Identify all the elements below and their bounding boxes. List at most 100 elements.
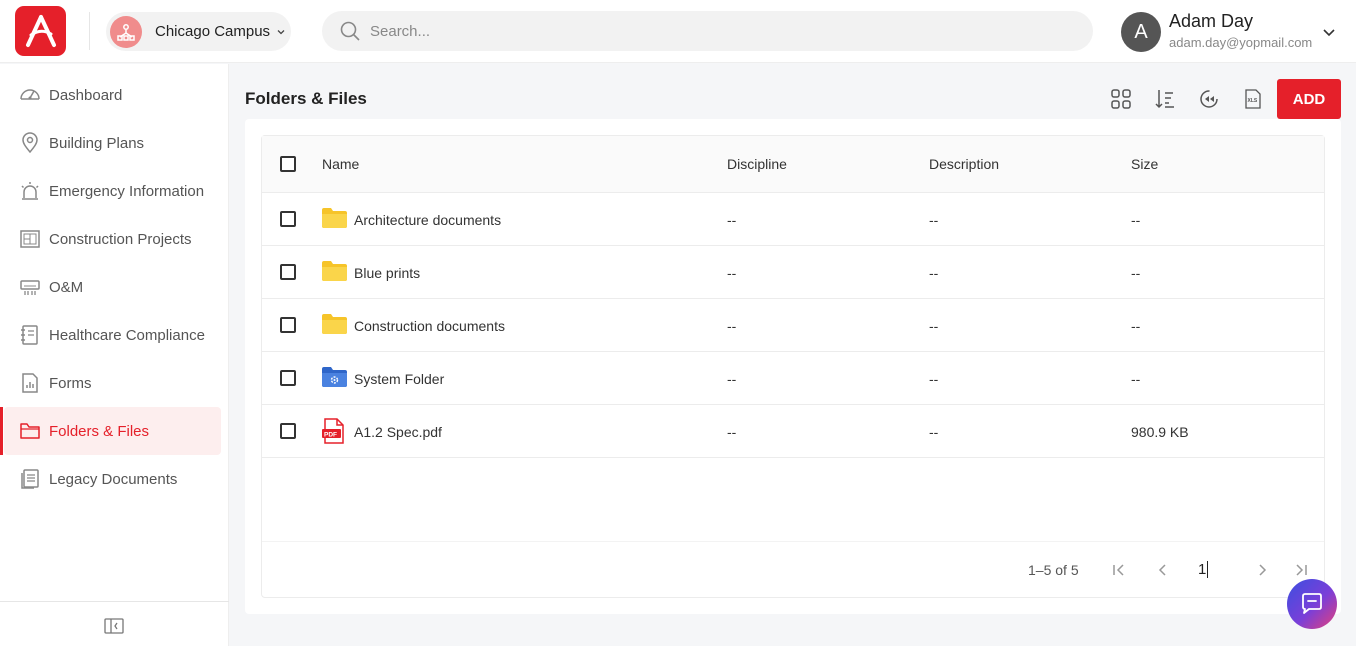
sidebar-item-label: Healthcare Compliance (49, 326, 205, 344)
column-header-discipline[interactable]: Discipline (727, 156, 787, 172)
select-all-checkbox[interactable] (280, 156, 296, 172)
column-header-name[interactable]: Name (322, 156, 359, 172)
last-page-icon[interactable] (1291, 560, 1311, 580)
column-header-size[interactable]: Size (1131, 156, 1158, 172)
file-description: -- (929, 318, 939, 334)
file-description: -- (929, 424, 939, 440)
sidebar-item-om[interactable]: O&M (4, 263, 221, 311)
grid-view-icon[interactable] (1108, 86, 1134, 112)
alarm-icon (18, 179, 42, 203)
file-discipline: -- (727, 265, 737, 281)
xls-export-icon[interactable]: XLS (1240, 86, 1266, 112)
sync-icon[interactable] (1196, 86, 1222, 112)
sidebar-item-label: Emergency Information (49, 182, 205, 200)
folder-icon (322, 261, 347, 281)
sidebar-item-building-plans[interactable]: Building Plans (4, 119, 221, 167)
hvac-icon (18, 275, 42, 299)
file-size: -- (1131, 212, 1141, 228)
first-page-icon[interactable] (1109, 560, 1129, 580)
pagination-info: 1–5 of 5 (1028, 562, 1079, 578)
sidebar-item-construction-projects[interactable]: Construction Projects (4, 215, 221, 263)
pdf-icon: PDF (322, 418, 344, 444)
search-input[interactable] (370, 22, 1020, 40)
blueprint-icon (18, 227, 42, 251)
column-header-description[interactable]: Description (929, 156, 999, 172)
collapse-sidebar-icon[interactable] (103, 616, 125, 636)
chevron-down-icon (276, 27, 286, 37)
documents-icon (18, 467, 42, 491)
file-name[interactable]: A1.2 Spec.pdf (354, 424, 442, 440)
files-table: Name Discipline Description Size Archite… (261, 135, 1325, 598)
table-row[interactable]: PDF A1.2 Spec.pdf -- -- 980.9 KB (262, 405, 1324, 458)
active-indicator (0, 407, 3, 455)
sidebar-item-label: Legacy Documents (49, 470, 178, 488)
sidebar-item-healthcare-compliance[interactable]: Healthcare Compliance (4, 311, 221, 359)
sidebar-item-forms[interactable]: Forms (4, 359, 221, 407)
file-description: -- (929, 265, 939, 281)
sidebar-item-legacy-documents[interactable]: Legacy Documents (4, 455, 221, 503)
table-row[interactable]: System Folder -- -- -- (262, 352, 1324, 405)
row-checkbox[interactable] (280, 370, 296, 386)
user-menu-chevron-icon[interactable] (1321, 24, 1337, 40)
user-name: Adam Day (1169, 11, 1254, 31)
row-checkbox[interactable] (280, 264, 296, 280)
sidebar-item-label: Folders & Files (49, 422, 150, 440)
file-name[interactable]: Blue prints (354, 265, 420, 281)
previous-page-icon[interactable] (1153, 560, 1173, 580)
sidebar-item-label: Construction Projects (49, 230, 192, 248)
app-logo[interactable] (15, 6, 66, 56)
files-panel: Name Discipline Description Size Archite… (245, 119, 1341, 614)
campus-name: Chicago Campus (155, 23, 271, 40)
row-checkbox[interactable] (280, 211, 296, 227)
gauge-icon (18, 83, 42, 107)
avatar[interactable]: A (1121, 12, 1161, 52)
file-size: -- (1131, 318, 1141, 334)
table-row[interactable]: Architecture documents -- -- -- (262, 193, 1324, 246)
folder-icon (322, 208, 347, 228)
row-checkbox[interactable] (280, 317, 296, 333)
svg-text:PDF: PDF (324, 431, 337, 438)
pagination: 1–5 of 5 1 (262, 541, 1324, 598)
table-row[interactable]: Construction documents -- -- -- (262, 299, 1324, 352)
top-header: Chicago Campus A Adam Day adam.day@yopma… (0, 0, 1356, 63)
file-discipline: -- (727, 424, 737, 440)
sidebar-item-dashboard[interactable]: Dashboard (4, 71, 221, 119)
logo-icon (25, 15, 56, 47)
add-button[interactable]: ADD (1277, 79, 1341, 119)
sidebar-item-emergency-information[interactable]: Emergency Information (4, 167, 221, 215)
map-pin-icon (18, 131, 42, 155)
sidebar-item-label: Dashboard (49, 86, 123, 104)
file-name[interactable]: Construction documents (354, 318, 505, 334)
sort-icon[interactable] (1152, 86, 1178, 112)
table-row[interactable]: Blue prints -- -- -- (262, 246, 1324, 299)
file-name[interactable]: System Folder (354, 371, 444, 387)
sidebar-item-folders-files[interactable]: Folders & Files (4, 407, 221, 455)
campus-icon (110, 15, 142, 48)
file-size: -- (1131, 265, 1141, 281)
system-folder-icon (322, 367, 347, 387)
file-name[interactable]: Architecture documents (354, 212, 501, 228)
chat-icon (1302, 593, 1322, 614)
sidebar-item-label: O&M (49, 278, 84, 296)
file-description: -- (929, 212, 939, 228)
file-size: -- (1131, 371, 1141, 387)
sidebar-divider (0, 601, 229, 602)
folder-icon (18, 419, 42, 443)
file-description: -- (929, 371, 939, 387)
current-page[interactable]: 1 (1198, 561, 1209, 578)
next-page-icon[interactable] (1252, 560, 1272, 580)
search-icon (339, 20, 361, 42)
user-email: adam.day@yopmail.com (1169, 35, 1313, 50)
row-checkbox[interactable] (280, 423, 296, 439)
file-discipline: -- (727, 212, 737, 228)
form-icon (18, 371, 42, 395)
search-bar[interactable] (322, 11, 1093, 51)
campus-selector[interactable]: Chicago Campus (106, 12, 291, 51)
file-discipline: -- (727, 371, 737, 387)
page-title: Folders & Files (245, 89, 367, 108)
svg-text:XLS: XLS (1248, 98, 1258, 104)
chat-support-button[interactable] (1287, 579, 1337, 629)
file-discipline: -- (727, 318, 737, 334)
notebook-icon (18, 323, 42, 347)
table-header: Name Discipline Description Size (262, 136, 1324, 193)
